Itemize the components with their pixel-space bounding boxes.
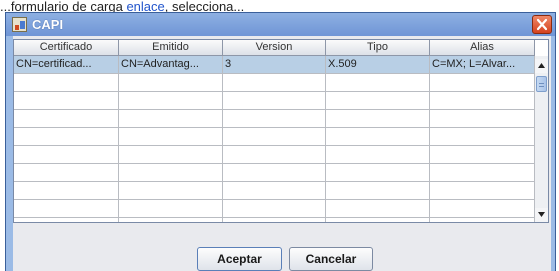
table-cell[interactable] [326,110,430,128]
table-cell[interactable] [119,92,223,110]
table-cell[interactable] [430,74,535,92]
table-cell[interactable] [14,164,119,182]
column-header-version[interactable]: Version [223,40,326,56]
table-cell[interactable] [119,182,223,200]
column-header-emitido[interactable]: Emitido [119,40,223,56]
scroll-down-button[interactable] [535,208,548,222]
scroll-thumb[interactable] [536,76,547,92]
scroll-up-button[interactable] [535,59,548,73]
table-cell[interactable] [326,146,430,164]
title-bar[interactable]: CAPI [6,13,555,36]
table-cell[interactable] [14,182,119,200]
table-cell[interactable] [14,200,119,218]
column-header-tipo[interactable]: Tipo [326,40,430,56]
java-app-icon [12,17,27,32]
table-row[interactable] [14,218,535,222]
table-cell[interactable] [223,218,326,222]
table-row[interactable] [14,164,535,182]
table-cell[interactable] [223,182,326,200]
table-row[interactable] [14,182,535,200]
table-cell[interactable]: X.509 [326,56,430,74]
table-row[interactable] [14,146,535,164]
certificates-table: Certificado Emitido Version Tipo Alias C… [13,39,549,223]
table-cell[interactable] [119,218,223,222]
table-cell[interactable] [223,200,326,218]
table-cell[interactable] [14,128,119,146]
table-cell[interactable] [14,110,119,128]
table-cell[interactable]: CN=Advantag... [119,56,223,74]
table-cell[interactable] [326,74,430,92]
table-row[interactable] [14,92,535,110]
column-header-alias[interactable]: Alias [430,40,535,56]
table-cell[interactable] [223,164,326,182]
table-cell[interactable] [326,182,430,200]
table-row[interactable] [14,200,535,218]
arrow-up-icon [538,63,545,68]
arrow-down-icon [538,212,545,217]
table-cell[interactable] [223,110,326,128]
table-cell[interactable] [119,164,223,182]
column-header-certificado[interactable]: Certificado [14,40,119,56]
table-cell[interactable] [14,74,119,92]
table-cell[interactable] [14,146,119,164]
window-title: CAPI [32,17,64,32]
table-cell[interactable] [223,74,326,92]
table-cell[interactable] [430,182,535,200]
table-cell[interactable] [430,92,535,110]
table-cell[interactable] [119,110,223,128]
table-cell[interactable] [223,128,326,146]
table-row[interactable] [14,128,535,146]
table-cell[interactable] [119,200,223,218]
table-row[interactable] [14,110,535,128]
table-cell[interactable] [326,200,430,218]
table-cell[interactable] [14,92,119,110]
table-cell[interactable] [119,128,223,146]
table-cell[interactable] [326,128,430,146]
table-cell[interactable] [430,200,535,218]
table-cell[interactable] [430,164,535,182]
table-cell[interactable] [326,92,430,110]
table-cell[interactable]: CN=certificad... [14,56,119,74]
table-cell[interactable] [430,128,535,146]
table-cell[interactable] [430,218,535,222]
table-row[interactable] [14,74,535,92]
table-row[interactable]: CN=certificad... CN=Advantag... 3 X.509 C=MX… [14,56,535,74]
table-cell[interactable] [430,110,535,128]
table-cell[interactable] [223,92,326,110]
table-cell[interactable] [326,218,430,222]
table-body: CN=certificad... CN=Advantag... 3 X.509 C=MX… [14,56,535,222]
table-cell[interactable] [430,146,535,164]
capi-dialog: CAPI Certificado Emitido Version Tipo Al… [5,12,556,271]
table-cell[interactable] [119,74,223,92]
accept-button[interactable]: Aceptar [197,247,282,271]
table-cell[interactable] [223,146,326,164]
table-cell[interactable]: C=MX; L=Alvar... [430,56,535,74]
close-icon [536,18,548,31]
vertical-scrollbar[interactable] [534,56,548,222]
table-cell[interactable]: 3 [223,56,326,74]
close-button[interactable] [532,15,552,34]
cancel-button[interactable]: Cancelar [289,247,373,271]
table-cell[interactable] [326,164,430,182]
table-header: Certificado Emitido Version Tipo Alias [14,40,535,56]
dialog-content: Certificado Emitido Version Tipo Alias C… [13,36,551,271]
table-cell[interactable] [14,218,119,222]
table-cell[interactable] [119,146,223,164]
